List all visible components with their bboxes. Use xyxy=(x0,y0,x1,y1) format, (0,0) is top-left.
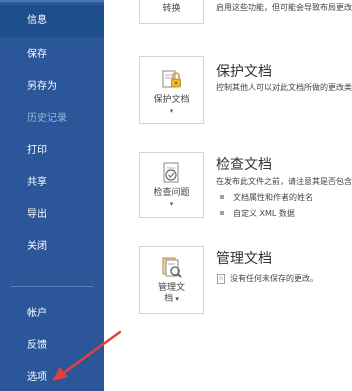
nav-top-divider xyxy=(0,0,104,2)
inspect-bullet-xml-text: 自定义 XML 数据 xyxy=(233,209,295,218)
manage-document-button-label-2-text: 档 xyxy=(164,294,174,304)
manage-document-description: 没有任何未保存的更改。 xyxy=(216,273,318,284)
bullet-icon xyxy=(220,210,224,215)
inspect-document-title: 检查文档 xyxy=(216,157,272,173)
manage-document-button[interactable]: 管理文 档 ▾ xyxy=(139,246,204,314)
nav-item-account[interactable]: 帐户 xyxy=(0,298,104,330)
inspect-bullet-properties: 文档属性和作者的姓名 xyxy=(220,192,313,203)
nav-item-print[interactable]: 打印 xyxy=(0,135,104,167)
protect-document-description: 控制其他人可以对此文档所做的更改类型。 xyxy=(216,83,352,92)
nav-divider xyxy=(11,286,93,287)
chevron-down-icon: ▾ xyxy=(169,107,174,115)
nav-item-save[interactable]: 保存 xyxy=(0,39,104,71)
convert-description: 启用这些功能，但可能会导致布局更改。 xyxy=(216,3,352,12)
nav-item-feedback[interactable]: 反馈 xyxy=(0,330,104,362)
inspect-document-icon xyxy=(163,162,178,183)
inspect-document-description: 在发布此文件之前，请注意其是否包含: xyxy=(216,177,352,186)
check-issues-button-label: 检查问题 xyxy=(153,188,190,198)
check-issues-button[interactable]: 检查问题 ▾ xyxy=(139,152,204,218)
nav-item-export[interactable]: 导出 xyxy=(0,199,104,231)
info-panel: 转换 启用这些功能，但可能会导致布局更改。 保护文档 ▾ 保护文档 控制其他人可… xyxy=(104,0,352,391)
nav-item-options[interactable]: 选项 xyxy=(0,362,104,391)
convert-button-label: 转换 xyxy=(162,4,181,14)
nav-item-save-as[interactable]: 另存为 xyxy=(0,71,104,103)
convert-button[interactable]: 转换 xyxy=(139,0,204,24)
chevron-down-icon: ▾ xyxy=(169,200,174,208)
manage-document-icon xyxy=(162,257,182,278)
chevron-down-icon: ▾ xyxy=(173,295,179,303)
nav-item-info[interactable]: 信息 xyxy=(0,5,104,37)
bullet-icon xyxy=(220,194,224,199)
manage-document-description-text: 没有任何未保存的更改。 xyxy=(230,274,318,283)
backstage-nav: 信息 保存 另存为 历史记录 打印 共享 导出 关闭 帐户 反馈 选项 xyxy=(0,0,104,391)
nav-item-share[interactable]: 共享 xyxy=(0,167,104,199)
protect-document-title: 保护文档 xyxy=(216,64,272,80)
inspect-bullet-properties-text: 文档属性和作者的姓名 xyxy=(233,193,313,202)
document-icon xyxy=(217,273,225,284)
manage-document-button-label-1: 管理文 xyxy=(157,283,185,293)
lock-icon xyxy=(162,70,181,88)
manage-document-button-label-2: 档 ▾ xyxy=(140,294,203,305)
manage-document-title: 管理文档 xyxy=(216,251,272,267)
nav-item-history: 历史记录 xyxy=(27,113,67,124)
protect-document-button[interactable]: 保护文档 ▾ xyxy=(139,56,204,124)
protect-document-button-label: 保护文档 xyxy=(153,95,190,105)
inspect-bullet-xml: 自定义 XML 数据 xyxy=(220,208,295,219)
nav-item-close[interactable]: 关闭 xyxy=(0,231,104,263)
